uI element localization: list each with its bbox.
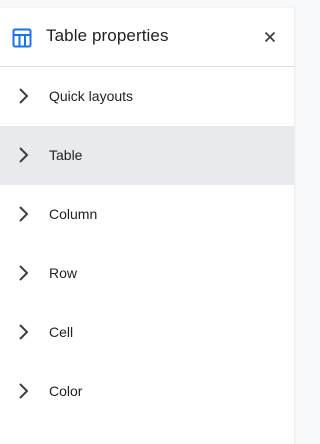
chevron-right-icon xyxy=(14,263,34,283)
section-label: Table xyxy=(49,147,83,163)
chevron-right-icon xyxy=(14,145,34,165)
panel-title: Table properties xyxy=(46,26,169,45)
table-properties-panel: Table properties Quick layouts Table Col… xyxy=(0,8,294,444)
chevron-right-icon xyxy=(14,322,34,342)
table-icon xyxy=(12,28,32,48)
chevron-right-icon xyxy=(14,204,34,224)
section-label: Column xyxy=(49,206,98,222)
section-column[interactable]: Column xyxy=(0,185,294,244)
section-label: Color xyxy=(49,383,83,399)
section-label: Row xyxy=(49,265,78,281)
chevron-right-icon xyxy=(14,381,34,401)
section-label: Cell xyxy=(49,324,74,340)
panel-header: Table properties xyxy=(0,8,294,67)
section-label: Quick layouts xyxy=(49,88,134,104)
chevron-right-icon xyxy=(14,86,34,106)
section-color[interactable]: Color xyxy=(0,362,294,421)
section-row[interactable]: Row xyxy=(0,244,294,303)
close-button[interactable] xyxy=(258,25,282,49)
section-cell[interactable]: Cell xyxy=(0,303,294,362)
section-table[interactable]: Table xyxy=(0,126,294,185)
close-icon xyxy=(264,31,276,43)
section-quick-layouts[interactable]: Quick layouts xyxy=(0,67,294,126)
